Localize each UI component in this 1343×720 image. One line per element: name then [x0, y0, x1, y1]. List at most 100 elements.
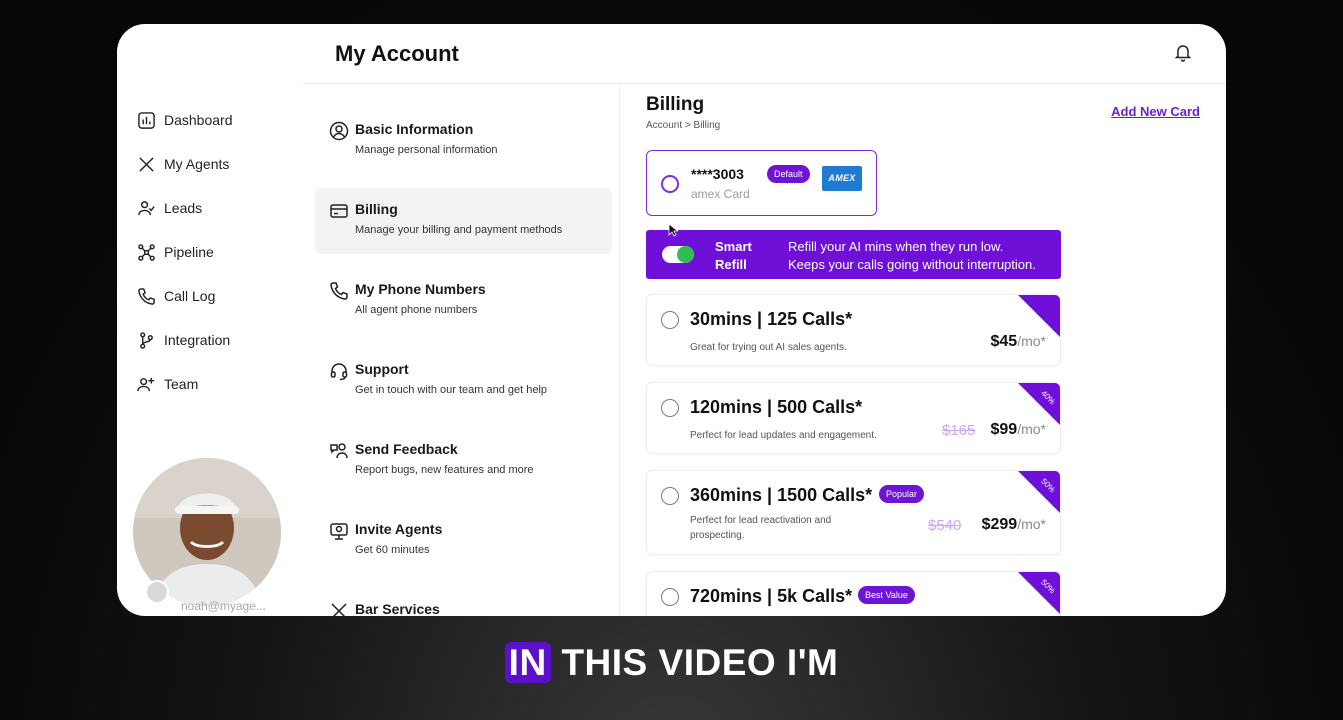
team-icon — [137, 377, 155, 391]
sidebar-item-label: Integration — [164, 332, 231, 348]
add-new-card-link[interactable]: Add New Card — [1111, 104, 1200, 119]
pipeline-icon — [138, 243, 155, 261]
smart-refill-banner: Smart Refill Refill your AI mins when th… — [646, 230, 1061, 279]
bell-icon[interactable] — [1173, 42, 1193, 62]
amex-logo: AMEX — [822, 166, 862, 191]
breadcrumb: Account > Billing — [646, 120, 721, 131]
sidebar: Dashboard My Agents Leads Pipeline Call … — [117, 24, 303, 616]
agents-icon — [139, 156, 154, 172]
sidebar-item-dashboard[interactable]: Dashboard — [137, 108, 233, 132]
card-type: amex Card — [691, 187, 750, 201]
menu-item-title: My Phone Numbers — [355, 281, 486, 297]
menu-item-basic-information[interactable]: Basic Information Manage personal inform… — [315, 108, 612, 174]
plan-radio[interactable] — [661, 588, 679, 606]
menu-item-title: Support — [355, 361, 409, 377]
price-unit: /mo* — [1017, 516, 1046, 532]
plan-title: 720mins | 5k Calls* — [690, 586, 853, 606]
sidebar-item-label: Call Log — [164, 288, 216, 304]
sidebar-item-label: Pipeline — [164, 244, 214, 260]
menu-item-title: Basic Information — [355, 121, 474, 137]
sidebar-item-label: My Agents — [164, 156, 230, 172]
caption-highlight: IN — [504, 642, 551, 683]
card-number: ****3003 — [691, 166, 744, 182]
price-value: $99 — [990, 421, 1018, 438]
popular-badge: Popular — [879, 485, 925, 503]
default-badge: Default — [767, 165, 810, 183]
headset-icon — [330, 363, 348, 381]
phone-icon — [330, 282, 348, 300]
plan-option[interactable]: 30mins | 125 Calls* Great for trying out… — [646, 294, 1061, 366]
plan-description: Perfect for lead reactivation and prospe… — [690, 515, 832, 541]
billing-panel: Billing Account > Billing Add New Card *… — [620, 84, 1226, 616]
close-icon — [331, 603, 347, 616]
dashboard-icon — [138, 111, 155, 129]
sidebar-item-team[interactable]: Team — [137, 372, 198, 396]
section-title: Billing — [646, 94, 705, 115]
menu-item-title: Invite Agents — [355, 521, 443, 537]
phone-icon — [138, 287, 155, 305]
menu-item-billing[interactable]: Billing Manage your billing and payment … — [315, 188, 612, 254]
sidebar-item-pipeline[interactable]: Pipeline — [137, 240, 214, 264]
caption-text: THIS VIDEO I'M — [550, 642, 839, 683]
app-window: Dashboard My Agents Leads Pipeline Call … — [117, 24, 1226, 616]
menu-item-my-phone-numbers[interactable]: My Phone Numbers All agent phone numbers — [315, 268, 612, 334]
sidebar-item-label: Team — [164, 376, 199, 392]
smart-refill-line-1: Refill your AI mins when they run low. — [788, 239, 1004, 254]
menu-item-bar-services[interactable]: Bar Services — [315, 588, 612, 616]
plan-radio[interactable] — [661, 487, 679, 505]
menu-item-send-feedback[interactable]: Send Feedback Report bugs, new features … — [315, 428, 612, 494]
invite-icon — [330, 523, 348, 540]
discount-ribbon — [1018, 471, 1060, 513]
menu-item-invite-agents[interactable]: Invite Agents Get 60 minutes — [315, 508, 612, 574]
menu-item-support[interactable]: Support Get in touch with our team and g… — [315, 348, 612, 414]
leads-icon — [138, 200, 155, 215]
plan-title: 30mins | 125 Calls* — [690, 309, 853, 329]
saved-card[interactable]: ****3003 amex Card Default AMEX — [646, 150, 877, 216]
sidebar-item-my-agents[interactable]: My Agents — [137, 152, 229, 176]
credit-card-icon — [330, 204, 348, 218]
plan-radio[interactable] — [661, 311, 679, 329]
page-title: My Account — [335, 41, 459, 66]
plan-description: Perfect for lead updates and engagement. — [690, 430, 877, 441]
menu-item-title: Send Feedback — [355, 441, 458, 457]
user-email: noah@myage... — [181, 599, 266, 613]
integration-icon — [140, 331, 153, 349]
smart-refill-line-2: Keeps your calls going without interrupt… — [788, 257, 1036, 272]
menu-item-subtitle: Manage your billing and payment methods — [355, 224, 563, 236]
plan-title: 120mins | 500 Calls* — [690, 397, 863, 417]
sidebar-item-integration[interactable]: Integration — [137, 328, 230, 352]
sidebar-item-label: Dashboard — [164, 112, 233, 128]
menu-item-subtitle: Get in touch with our team and get help — [355, 384, 548, 396]
user-circle-icon — [329, 121, 349, 141]
menu-item-subtitle: Get 60 minutes — [355, 544, 430, 556]
smart-refill-toggle[interactable] — [662, 246, 694, 263]
menu-item-title: Billing — [355, 201, 398, 217]
menu-item-title: Bar Services — [355, 601, 440, 616]
old-price: $165 — [942, 422, 976, 439]
plan-option[interactable]: 360mins | 1500 Calls* Popular Perfect fo… — [646, 470, 1061, 555]
mouse-cursor — [668, 223, 678, 237]
old-price: $540 — [928, 517, 962, 534]
sidebar-item-leads[interactable]: Leads — [137, 196, 202, 220]
plan-title: 360mins | 1500 Calls* — [690, 485, 873, 505]
feedback-icon — [330, 443, 348, 459]
plan-option[interactable]: 720mins | 5k Calls* Best Value 50% — [646, 571, 1061, 616]
plan-price: $99/mo* — [991, 421, 1047, 439]
price-unit: /mo* — [1017, 333, 1046, 349]
settings-menu: Basic Information Manage personal inform… — [303, 84, 620, 616]
sidebar-item-call-log[interactable]: Call Log — [137, 284, 215, 308]
discount-ribbon — [1018, 383, 1060, 425]
best-value-badge: Best Value — [858, 586, 915, 604]
plan-price: $45/mo* — [991, 333, 1047, 351]
card-radio[interactable] — [661, 175, 679, 193]
menu-item-subtitle: Report bugs, new features and more — [355, 464, 534, 476]
discount-ribbon — [1018, 572, 1060, 614]
toggle-knob — [677, 246, 694, 263]
plan-price: $299/mo* — [982, 516, 1046, 534]
plan-radio[interactable] — [661, 399, 679, 417]
menu-item-subtitle: All agent phone numbers — [355, 304, 478, 316]
smart-refill-label: Smart Refill — [715, 239, 752, 272]
menu-item-subtitle: Manage personal information — [355, 144, 498, 156]
plan-option[interactable]: 120mins | 500 Calls* Perfect for lead up… — [646, 382, 1061, 454]
plan-description: Great for trying out AI sales agents. — [690, 342, 847, 353]
